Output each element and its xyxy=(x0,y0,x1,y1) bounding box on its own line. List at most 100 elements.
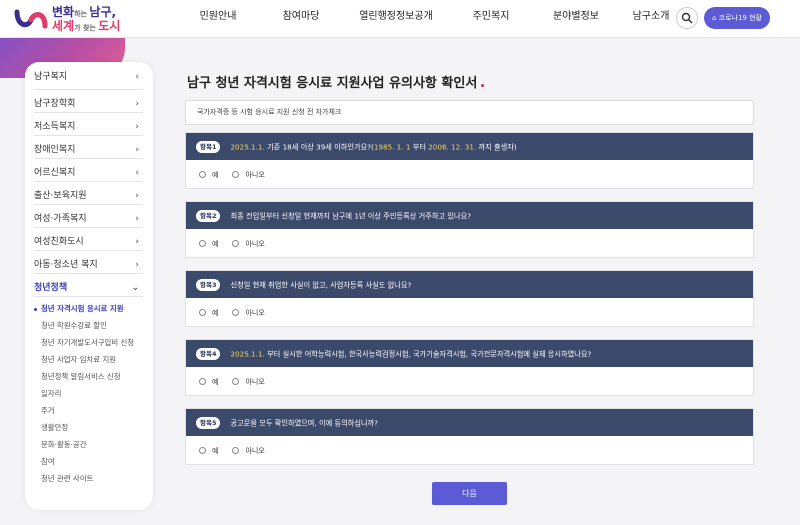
submenu-item-culture[interactable]: 문화·활동·공간 xyxy=(34,437,143,454)
question-text-part: 공고문을 모두 확인하였으며, 이에 동의하십니까? xyxy=(230,418,378,428)
sidebar-item-label: 남구장학회 xyxy=(34,99,76,109)
option-no-label: 아니오 xyxy=(245,308,265,317)
question-text-part: 부터 실시한 어학능력시험, 한국사능력검정시험, 국가기술자격시험, 국가전문… xyxy=(264,349,592,359)
question-text-part: 신청일 현재 취업한 사실이 없고, 사업자등록 사실도 없나요? xyxy=(230,280,412,290)
sidebar-submenu: 청년 자격시험 응시료 지원 청년 학원수강료 할인 청년 자기개발도서구입비 … xyxy=(34,297,143,488)
sidebar-item-women-friendly[interactable]: 여성친화도시 › xyxy=(34,228,143,251)
sidebar-item-scholarship[interactable]: 남구장학회 › xyxy=(34,90,143,113)
submenu-item-policy-alert[interactable]: 청년정책 알림서비스 신청 xyxy=(34,369,143,386)
radio-no[interactable] xyxy=(232,171,240,178)
question-text: 공고문을 모두 확인하였으며, 이에 동의하십니까? xyxy=(230,419,378,428)
logo-word-visit: 가 찾는 xyxy=(74,24,99,32)
option-yes[interactable]: 예 xyxy=(199,308,218,318)
page-title: 남구 청년 자격시험 응시료 지원사업 유의사항 확인서 xyxy=(187,72,485,91)
sidebar-item-label: 출산·보육지원 xyxy=(34,191,87,201)
logo-word-doing: 하는 xyxy=(74,10,90,18)
question-card: 항목1 2025.1.1. 기준 18세 이상 39세 이하인가요?(1985. … xyxy=(185,132,754,189)
submenu-item-living[interactable]: 생활안정 xyxy=(34,420,143,437)
sidebar-item-low-income[interactable]: 저소득복지 › xyxy=(34,113,143,136)
logo-word-namgu: 남구, xyxy=(89,5,117,19)
option-no[interactable]: 아니오 xyxy=(232,239,265,249)
logo-word-change: 변화 xyxy=(52,5,75,19)
nav-item-info[interactable]: 분야별정보 xyxy=(536,0,616,38)
main-nav: 민원안내 참여마당 열린행정정보공개 주민복지 분야별정보 남구소개 xyxy=(180,0,686,38)
sidebar-item-label: 저소득복지 xyxy=(34,122,76,132)
corona-label: 코로나19 현황 xyxy=(718,14,762,22)
question-header: 항목3 신청일 현재 취업한 사실이 없고, 사업자등록 사실도 없나요? xyxy=(186,271,753,298)
question-badge: 항목2 xyxy=(196,210,221,222)
sidebar-item-youth-welfare[interactable]: 아동·청소년 복지 › xyxy=(34,251,143,274)
sidebar-item-label: 장애인복지 xyxy=(34,145,76,155)
question-options: 예 아니오 xyxy=(186,229,753,258)
option-yes[interactable]: 예 xyxy=(199,377,218,387)
sidebar-item-namgu-welfare[interactable]: 남구복지 › xyxy=(34,62,143,90)
radio-yes[interactable] xyxy=(199,171,206,178)
radio-yes[interactable] xyxy=(199,240,206,247)
nav-item-participation[interactable]: 참여마당 xyxy=(256,0,346,38)
submenu-item-participation[interactable]: 참여 xyxy=(34,454,143,471)
site-logo[interactable]: 변화하는 남구, 세계가 찾는 도시 xyxy=(14,4,124,34)
question-badge: 항목4 xyxy=(196,348,221,360)
logo-text: 변화하는 남구, 세계가 찾는 도시 xyxy=(52,6,120,34)
option-no[interactable]: 아니오 xyxy=(232,170,265,180)
radio-yes[interactable] xyxy=(199,309,206,316)
submenu-item-exam-fee[interactable]: 청년 자격시험 응시료 지원 xyxy=(34,301,143,318)
search-icon xyxy=(681,12,693,24)
notice-box: 국가자격증 등 시험 응시료 지원 신청 전 자가체크 xyxy=(185,100,754,125)
search-button[interactable] xyxy=(676,7,698,29)
submenu-item-book-purchase[interactable]: 청년 자기개발도서구입비 신청 xyxy=(34,335,143,352)
question-card: 항목3 신청일 현재 취업한 사실이 없고, 사업자등록 사실도 없나요? 예 아… xyxy=(185,270,754,327)
sidebar-item-label: 청년정책 xyxy=(34,283,68,293)
sidebar-item-youth-policy[interactable]: 청년정책 ⌄ xyxy=(34,274,143,297)
question-badge: 항목1 xyxy=(196,141,221,153)
submenu-item-sites[interactable]: 청년 관련 사이트 xyxy=(34,471,143,488)
sidebar-item-childbirth[interactable]: 출산·보육지원 › xyxy=(34,182,143,205)
option-yes-label: 예 xyxy=(212,377,219,386)
question-badge: 항목3 xyxy=(196,279,221,291)
question-card: 항목5 공고문을 모두 확인하였으며, 이에 동의하십니까? 예 아니오 xyxy=(185,408,754,465)
option-no[interactable]: 아니오 xyxy=(232,377,265,387)
option-no[interactable]: 아니오 xyxy=(232,308,265,318)
submenu-item-jobs[interactable]: 일자리 xyxy=(34,386,143,403)
question-badge: 항목5 xyxy=(196,417,221,429)
question-text: 2025.1.1. 부터 실시한 어학능력시험, 한국사능력검정시험, 국가기술… xyxy=(230,350,591,359)
submenu-item-housing[interactable]: 주거 xyxy=(34,403,143,420)
next-button[interactable]: 다음 xyxy=(432,482,507,505)
submenu-item-business-rent[interactable]: 청년 사업자 임차료 지원 xyxy=(34,352,143,369)
option-no-label: 아니오 xyxy=(245,377,265,386)
radio-no[interactable] xyxy=(232,378,240,385)
radio-yes[interactable] xyxy=(199,447,206,454)
option-yes[interactable]: 예 xyxy=(199,170,218,180)
chevron-right-icon: › xyxy=(135,72,139,82)
sidebar-item-elderly[interactable]: 어르신복지 › xyxy=(34,159,143,182)
sidebar-item-disability[interactable]: 장애인복지 › xyxy=(34,136,143,159)
sidebar-item-women-family[interactable]: 여성·가족복지 › xyxy=(34,205,143,228)
site-header: 변화하는 남구, 세계가 찾는 도시 민원안내 참여마당 열린행정정보공개 주민… xyxy=(0,0,800,38)
sidebar-item-label: 아동·청소년 복지 xyxy=(34,260,98,270)
radio-no[interactable] xyxy=(232,309,240,316)
option-yes[interactable]: 예 xyxy=(199,446,218,456)
nav-item-welfare[interactable]: 주민복지 xyxy=(446,0,536,38)
logo-mark-icon xyxy=(14,9,48,29)
option-no[interactable]: 아니오 xyxy=(232,446,265,456)
option-no-label: 아니오 xyxy=(245,170,265,179)
question-header: 항목1 2025.1.1. 기준 18세 이상 39세 이하인가요?(1985. … xyxy=(186,133,753,160)
page-title-text: 남구 청년 자격시험 응시료 지원사업 유의사항 확인서 xyxy=(187,76,478,91)
radio-no[interactable] xyxy=(232,447,240,454)
title-dot-icon xyxy=(481,84,485,87)
radio-no[interactable] xyxy=(232,240,240,247)
question-text-part: 부터 xyxy=(410,142,429,152)
nav-item-civil[interactable]: 민원안내 xyxy=(180,0,256,38)
corona-status-button[interactable]: ⌂ 코로나19 현황 xyxy=(704,7,770,29)
option-yes[interactable]: 예 xyxy=(199,239,218,249)
question-highlight: 2006. 12. 31. xyxy=(428,142,477,152)
submenu-item-academy-discount[interactable]: 청년 학원수강료 할인 xyxy=(34,318,143,335)
question-highlight: 2025.1.1. xyxy=(230,142,265,152)
question-text: 2025.1.1. 기준 18세 이상 39세 이하인가요?(1985. 1. … xyxy=(230,143,516,152)
nav-item-open-admin[interactable]: 열린행정정보공개 xyxy=(346,0,446,38)
sidebar: 남구복지 › 남구장학회 › 저소득복지 › 장애인복지 › 어르신복지 › 출산·보육지… xyxy=(25,62,153,510)
option-yes-label: 예 xyxy=(212,239,219,248)
sidebar-item-label: 남구복지 xyxy=(34,72,68,82)
radio-yes[interactable] xyxy=(199,378,206,385)
option-yes-label: 예 xyxy=(212,446,219,455)
